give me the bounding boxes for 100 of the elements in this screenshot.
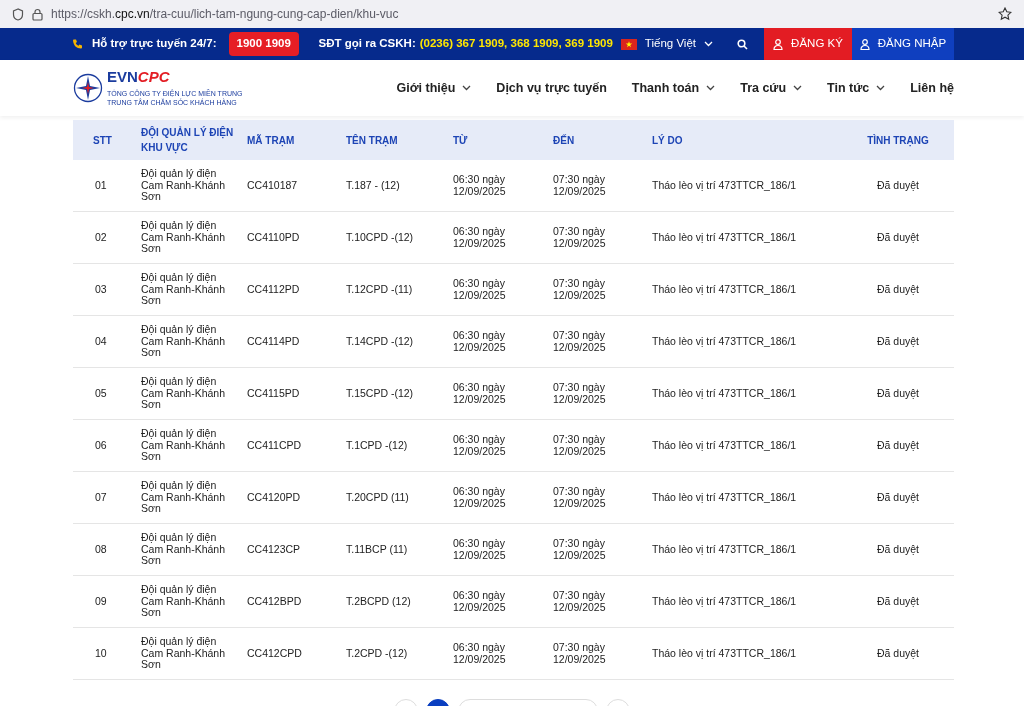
table-cell-text: Đã duyệt (876, 231, 920, 244)
table-cell-text: Đội quản lý điện Cam Ranh-Khánh Sơn (141, 428, 227, 463)
table-cell-text: T.15CPD -(12) (346, 387, 415, 400)
table-cell-text: T.1CPD -(12) (346, 439, 409, 452)
table-cell-text: 07:30 ngày 12/09/2025 (553, 590, 607, 613)
table-cell-text: Đội quản lý điện Cam Ranh-Khánh Sơn (141, 220, 227, 255)
table-cell-text: 03 (94, 283, 108, 296)
flag-icon (620, 38, 637, 50)
chevron-down-icon (876, 85, 886, 91)
table-cell-text: Đã duyệt (876, 595, 920, 608)
table-cell-text: CC4114PD (247, 335, 301, 348)
chevron-down-icon (793, 85, 803, 91)
nav-link[interactable]: Tra cứu (740, 78, 803, 98)
table-cell-text: Tháo lèo vị trí 473TTCR_186/1 (652, 283, 798, 296)
nav-link[interactable]: Thanh toán (631, 78, 716, 98)
table-cell-text: T.14CPD -(12) (346, 335, 415, 348)
table-cell-text: Đội quản lý điện Cam Ranh-Khánh Sơn (141, 168, 227, 203)
table-cell-text: Tháo lèo vị trí 473TTCR_186/1 (652, 335, 798, 348)
language-selector[interactable]: Tiếng Việt (644, 35, 713, 53)
logo-text: EVN (107, 69, 138, 84)
table-cell-text: T.12CPD -(11) (346, 283, 414, 296)
table-cell-text: 06:30 ngày 12/09/2025 (453, 642, 507, 665)
chevron-down-icon (706, 85, 716, 91)
table-cell-text: 04 (94, 335, 108, 348)
nav-link[interactable]: Giới thiệu (396, 78, 472, 98)
table-cell-text: 06:30 ngày 12/09/2025 (453, 330, 507, 353)
cskh-numbers: (0236) 367 1909, 368 1909, 369 1909 (419, 36, 613, 52)
support-label: Hỗ trợ trực tuyến 24/7: (92, 36, 217, 52)
table-cell-text: 07:30 ngày 12/09/2025 (553, 330, 607, 353)
hotline-badge[interactable]: 1900 1909 (228, 32, 299, 56)
table-cell-text: CC412BPD (247, 595, 303, 608)
table-cell-text: CC410187 (247, 179, 299, 192)
table-cell-text: CC4120PD (247, 491, 302, 504)
table-cell-text: 06:30 ngày 12/09/2025 (453, 278, 507, 301)
column-header: STT (92, 133, 113, 148)
table-cell-text: T.2BCPD (12) (346, 595, 412, 608)
user-icon (773, 38, 784, 50)
table-cell-text: 07:30 ngày 12/09/2025 (553, 278, 607, 301)
column-header: TỪ (453, 133, 469, 148)
table-cell-text: Tháo lèo vị trí 473TTCR_186/1 (652, 543, 798, 556)
table-cell-text: Đã duyệt (876, 543, 920, 556)
user-icon (859, 38, 870, 50)
table-cell-text: CC4110PD (247, 231, 301, 244)
table-cell-text: CC4115PD (247, 387, 301, 400)
register-button[interactable]: ĐĂNG KÝ (764, 28, 852, 60)
table-cell-text: CC412CPD (247, 647, 303, 660)
table-cell-text: T.11BCP (11) (346, 543, 409, 556)
table-cell-text: CC4112PD (247, 283, 301, 296)
table-cell-text: 06:30 ngày 12/09/2025 (453, 434, 507, 457)
column-header: LÝ DO (652, 133, 684, 148)
shield-icon (12, 7, 24, 21)
table-cell-text: 07:30 ngày 12/09/2025 (553, 642, 607, 665)
table-cell-text: Tháo lèo vị trí 473TTCR_186/1 (652, 439, 798, 452)
table-cell-text: 06 (94, 439, 108, 452)
nav-link[interactable]: Dịch vụ trực tuyến (496, 78, 607, 98)
nav-link[interactable]: Tin tức (827, 78, 886, 98)
star-icon[interactable] (998, 7, 1012, 21)
table-cell-text: 06:30 ngày 12/09/2025 (453, 590, 507, 613)
table-cell-text: Đội quản lý điện Cam Ranh-Khánh Sơn (141, 636, 227, 671)
table-cell-text: 07:30 ngày 12/09/2025 (553, 174, 607, 197)
table-cell-text: Đã duyệt (876, 335, 920, 348)
table-cell-text: Tháo lèo vị trí 473TTCR_186/1 (652, 231, 798, 244)
logo-text: CPC (137, 69, 170, 84)
table-cell-text: CC4123CP (247, 543, 302, 556)
table-cell-text: Đã duyệt (876, 179, 920, 192)
table-cell-text: Đã duyệt (876, 283, 920, 296)
table-cell-text: 08 (94, 543, 108, 556)
table-cell-text: Đội quản lý điện Cam Ranh-Khánh Sơn (141, 324, 227, 359)
search-icon[interactable] (737, 38, 748, 50)
table-cell-text: 09 (94, 595, 108, 608)
table-cell-text: Đã duyệt (876, 387, 920, 400)
table-cell-text: Đã duyệt (876, 647, 920, 660)
table-cell-text: Đội quản lý điện Cam Ranh-Khánh Sơn (141, 584, 227, 619)
table-cell-text: Tháo lèo vị trí 473TTCR_186/1 (652, 491, 798, 504)
table-cell-text: 02 (94, 231, 108, 244)
column-header: TÌNH TRẠNG (866, 133, 930, 148)
table-cell-text: Tháo lèo vị trí 473TTCR_186/1 (652, 595, 798, 608)
table-cell-text: CC411CPD (247, 439, 303, 452)
table-cell-text: 07:30 ngày 12/09/2025 (553, 382, 607, 405)
table-cell-text: 06:30 ngày 12/09/2025 (453, 226, 507, 249)
lock-icon (32, 7, 43, 21)
phone-icon (72, 38, 84, 50)
login-button[interactable]: ĐĂNG NHẬP (852, 28, 954, 60)
table-cell-text: 01 (94, 179, 108, 192)
table-cell-text: T.20CPD (11) (346, 491, 410, 504)
table-cell-text: T.10CPD -(12) (346, 231, 415, 244)
nav-link[interactable]: Liên hệ (910, 78, 954, 98)
table-cell-text: Đội quản lý điện Cam Ranh-Khánh Sơn (141, 376, 227, 411)
table-cell-text: Đội quản lý điện Cam Ranh-Khánh Sơn (141, 480, 227, 515)
table-cell-text: 06:30 ngày 12/09/2025 (453, 174, 507, 197)
table-cell-text: 10 (94, 647, 108, 660)
table-cell-text: 07:30 ngày 12/09/2025 (553, 486, 607, 509)
table-cell-text: 05 (94, 387, 108, 400)
table-cell-text: 06:30 ngày 12/09/2025 (453, 538, 507, 561)
table-cell-text: 07:30 ngày 12/09/2025 (553, 434, 607, 457)
table-cell-text: T.187 - (12) (346, 179, 401, 192)
table-cell-text: Đội quản lý điện Cam Ranh-Khánh Sơn (141, 532, 227, 567)
table-cell-text: Đã duyệt (876, 491, 920, 504)
cskh-label: SĐT gọi ra CSKH: (318, 36, 416, 52)
column-header: ĐỘI QUẢN LÝ ĐIỆN KHU VỰC (141, 125, 235, 155)
